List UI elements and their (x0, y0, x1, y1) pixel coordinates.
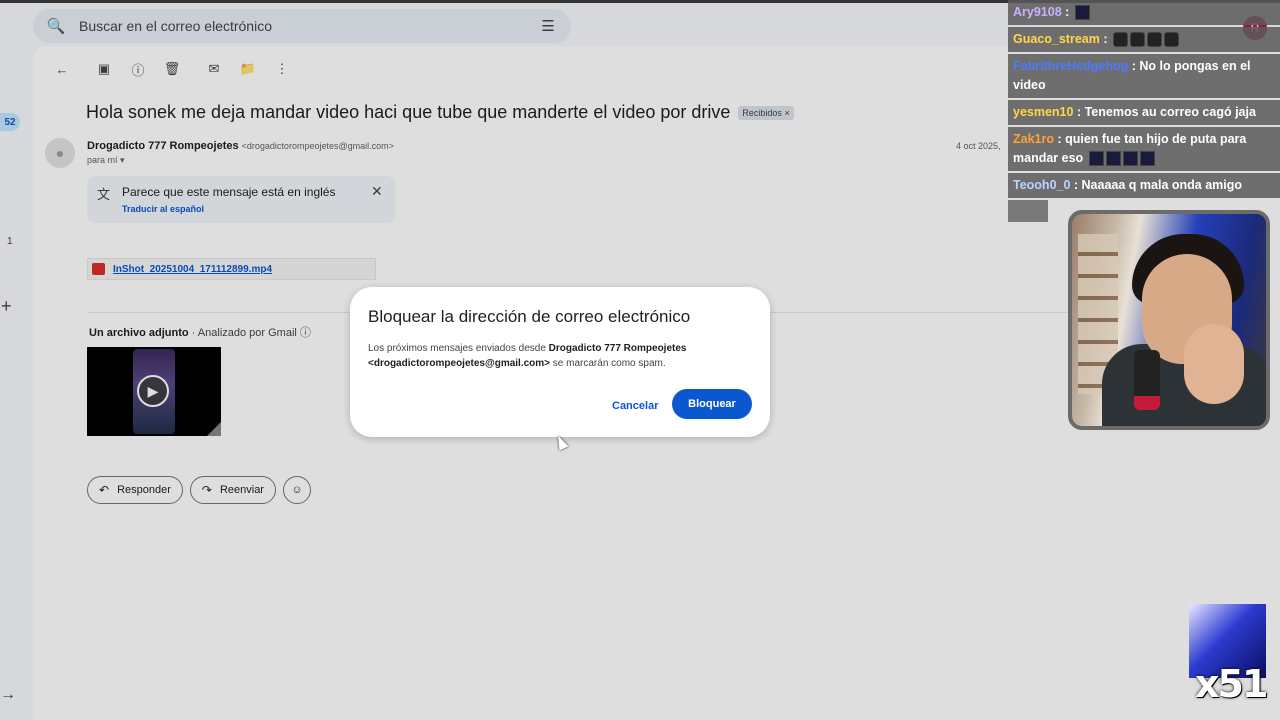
dialog-body-prefix: Los próximos mensajes enviados desde (368, 343, 549, 354)
dialog-body-suffix: se marcarán como spam. (550, 358, 666, 369)
emote-icon (1105, 151, 1121, 167)
chat-message: yesmen10 : Tenemos au correo cagó jaja (1008, 100, 1280, 125)
chat-message: Guaco_stream : (1008, 27, 1280, 52)
chat-text: Naaaaa q mala onda amigo (1081, 178, 1243, 192)
chat-username: Guaco_stream (1013, 32, 1100, 46)
block-button[interactable]: Bloquear (672, 389, 752, 419)
chat-username: Teooh0_0 (1013, 178, 1071, 192)
emote-icon (1074, 5, 1090, 21)
chat-username: yesmen10 (1013, 105, 1074, 119)
emote-icon (1112, 32, 1128, 48)
dialog-body: Los próximos mensajes enviados desde Dro… (368, 341, 748, 371)
emote-icon (1146, 32, 1162, 48)
chat-username: FabrithreHedgehog (1013, 59, 1129, 73)
webcam-microphone (1134, 350, 1160, 410)
cancel-button[interactable]: Cancelar (604, 391, 666, 421)
emote-icon (1139, 151, 1155, 167)
chat-message: FabrithreHedgehog : No lo pongas en el v… (1008, 54, 1280, 98)
emote-icon (1163, 32, 1179, 48)
chat-message: Ary9108 : (1008, 0, 1280, 25)
emote-icon (1129, 32, 1145, 48)
chat-text: Tenemos au correo cagó jaja (1084, 105, 1256, 119)
chat-username: Zak1ro (1013, 132, 1054, 146)
chat-username: Ary9108 (1013, 5, 1062, 19)
chat-message: Teooh0_0 : Naaaaa q mala onda amigo (1008, 173, 1280, 198)
emote-icon (1088, 151, 1104, 167)
webcam-person-hand (1184, 324, 1244, 404)
webcam-overlay (1068, 210, 1270, 430)
dialog-title: Bloquear la dirección de correo electrón… (368, 307, 691, 326)
chat-placeholder (1008, 200, 1048, 222)
counter-text: x51 (1195, 662, 1268, 706)
counter-overlay: x51 (1189, 604, 1268, 706)
chat-message: Zak1ro : quien fue tan hijo de puta para… (1008, 127, 1280, 171)
emote-icon (1122, 151, 1138, 167)
block-sender-dialog: Bloquear la dirección de correo electrón… (350, 287, 770, 437)
stream-chat: Ary9108 : Guaco_stream : FabrithreHedgeh… (1008, 0, 1280, 222)
